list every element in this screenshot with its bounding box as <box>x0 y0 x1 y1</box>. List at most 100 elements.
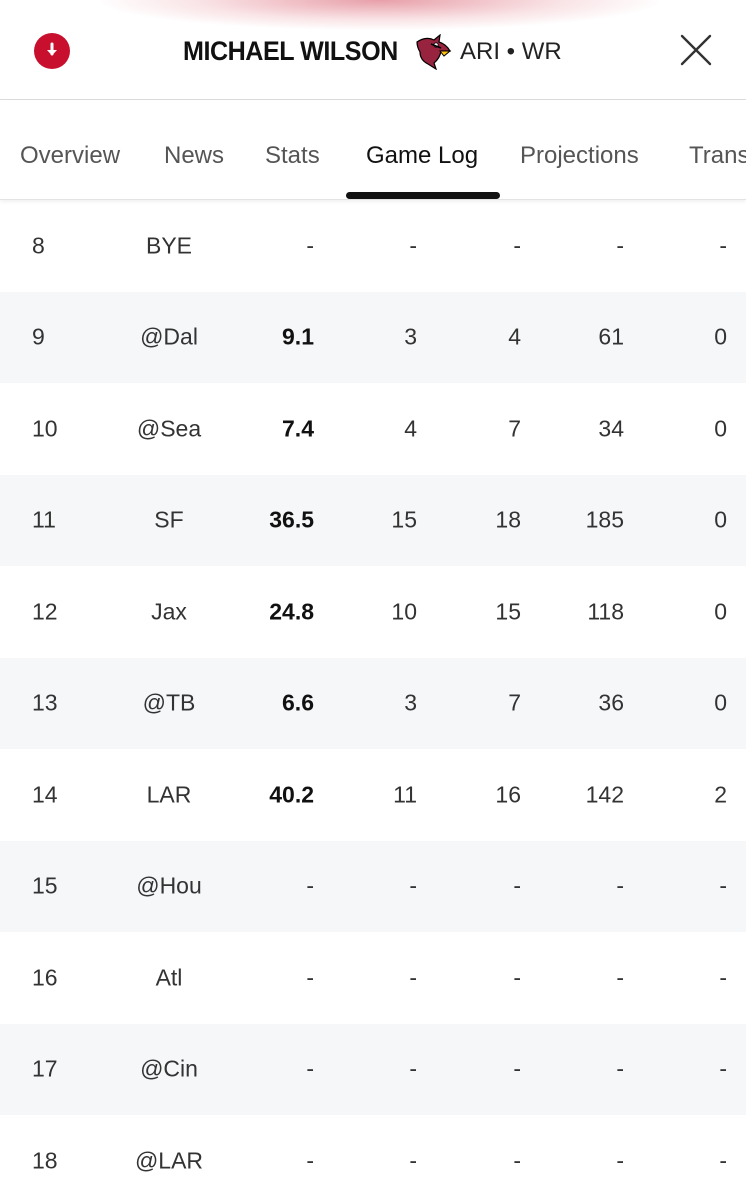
opponent-cell: Atl <box>155 964 183 991</box>
touchdowns-cell: - <box>719 964 727 991</box>
targets-cell: - <box>513 232 521 259</box>
targets-cell: - <box>513 1055 521 1082</box>
points-cell: - <box>306 232 314 259</box>
week-cell: 12 <box>32 598 58 625</box>
yards-cell: - <box>616 1147 624 1174</box>
download-icon <box>47 42 57 56</box>
targets-cell: - <box>513 1147 521 1174</box>
targets-cell: 4 <box>508 323 521 350</box>
table-row: 14 LAR 40.2 11 16 142 2 <box>0 749 746 841</box>
game-log-table: 8 BYE - - - - - 9 @Dal 9.1 3 4 61 0 10 @… <box>0 200 746 1200</box>
opponent-cell: @Hou <box>136 872 202 899</box>
points-cell: 6.6 <box>282 689 314 716</box>
touchdowns-cell: 0 <box>714 598 727 625</box>
team-position: ARI • WR <box>460 38 562 65</box>
receptions-cell: - <box>409 964 417 991</box>
yards-cell: 118 <box>587 598 624 625</box>
table-row: 10 @Sea 7.4 4 7 34 0 <box>0 383 746 475</box>
week-cell: 11 <box>32 506 56 533</box>
targets-cell: - <box>513 872 521 899</box>
yards-cell: 142 <box>585 781 624 808</box>
yards-cell: - <box>616 872 624 899</box>
receptions-cell: 15 <box>391 506 417 533</box>
touchdowns-cell: - <box>719 872 727 899</box>
targets-cell: 16 <box>495 781 521 808</box>
touchdowns-cell: 0 <box>714 323 727 350</box>
active-tab-indicator <box>346 192 500 199</box>
yards-cell: - <box>616 232 624 259</box>
header-glow <box>100 0 660 30</box>
tab-overview[interactable]: Overview <box>20 142 120 170</box>
cardinals-logo <box>416 34 452 70</box>
touchdowns-cell: 2 <box>714 781 727 808</box>
opponent-cell: @LAR <box>134 1147 204 1174</box>
tab-transactions[interactable]: Trans <box>689 142 746 170</box>
table-row: 12 Jax 24.8 10 15 118 0 <box>0 566 746 658</box>
opponent-cell: Jax <box>151 598 187 625</box>
table-row: 8 BYE - - - - - <box>0 200 746 292</box>
week-cell: 15 <box>32 872 58 899</box>
tab-bar: Overview News Stats Game Log Projections… <box>0 100 746 200</box>
opponent-cell: @TB <box>142 689 196 716</box>
week-cell: 14 <box>32 781 58 808</box>
targets-cell: - <box>513 964 521 991</box>
opponent-cell: @Sea <box>136 415 202 442</box>
points-cell: 24.8 <box>269 598 314 625</box>
targets-cell: 18 <box>495 506 521 533</box>
yards-cell: 34 <box>598 415 624 442</box>
yards-cell: - <box>616 964 624 991</box>
opponent-cell: SF <box>154 506 184 533</box>
table-row: 9 @Dal 9.1 3 4 61 0 <box>0 291 746 383</box>
yards-cell: 185 <box>585 506 624 533</box>
tab-game-log[interactable]: Game Log <box>366 142 478 170</box>
receptions-cell: - <box>409 232 417 259</box>
receptions-cell: 11 <box>393 781 417 808</box>
tab-projections[interactable]: Projections <box>520 142 639 170</box>
points-cell: 7.4 <box>282 415 314 442</box>
points-cell: 36.5 <box>269 506 314 533</box>
table-row: 15 @Hou - - - - - <box>0 840 746 932</box>
opponent-cell: LAR <box>146 781 192 808</box>
opponent-cell: @Cin <box>140 1055 198 1082</box>
opponent-cell: BYE <box>145 232 193 259</box>
receptions-cell: - <box>409 872 417 899</box>
points-cell: - <box>306 1147 314 1174</box>
touchdowns-cell: - <box>719 1147 727 1174</box>
table-row: 11 SF 36.5 15 18 185 0 <box>0 474 746 566</box>
player-name: MICHAEL WILSON <box>183 36 398 66</box>
week-cell: 9 <box>32 323 45 350</box>
points-cell: - <box>306 872 314 899</box>
receptions-cell: 10 <box>391 598 417 625</box>
receptions-cell: - <box>409 1055 417 1082</box>
player-header: MICHAEL WILSON ARI • WR <box>0 0 746 100</box>
receptions-cell: 3 <box>404 323 417 350</box>
close-icon[interactable] <box>678 32 714 68</box>
week-cell: 10 <box>32 415 58 442</box>
tab-stats[interactable]: Stats <box>265 142 320 170</box>
table-row: 13 @TB 6.6 3 7 36 0 <box>0 657 746 749</box>
download-button[interactable] <box>34 33 70 69</box>
points-cell: 40.2 <box>269 781 314 808</box>
table-row: 18 @LAR - - - - - <box>0 1115 746 1200</box>
week-cell: 13 <box>32 689 58 716</box>
week-cell: 8 <box>32 232 45 259</box>
receptions-cell: 3 <box>404 689 417 716</box>
targets-cell: 7 <box>508 689 521 716</box>
yards-cell: 36 <box>598 689 624 716</box>
points-cell: 9.1 <box>282 323 314 350</box>
touchdowns-cell: 0 <box>714 415 727 442</box>
opponent-cell: @Dal <box>140 323 198 350</box>
receptions-cell: 4 <box>404 415 417 442</box>
points-cell: - <box>306 964 314 991</box>
points-cell: - <box>306 1055 314 1082</box>
table-row: 17 @Cin - - - - - <box>0 1023 746 1115</box>
touchdowns-cell: - <box>719 1055 727 1082</box>
week-cell: 18 <box>32 1147 58 1174</box>
yards-cell: - <box>616 1055 624 1082</box>
yards-cell: 61 <box>598 323 624 350</box>
touchdowns-cell: 0 <box>714 506 727 533</box>
tab-news[interactable]: News <box>164 142 224 170</box>
week-cell: 17 <box>32 1055 58 1082</box>
targets-cell: 7 <box>508 415 521 442</box>
touchdowns-cell: - <box>719 232 727 259</box>
